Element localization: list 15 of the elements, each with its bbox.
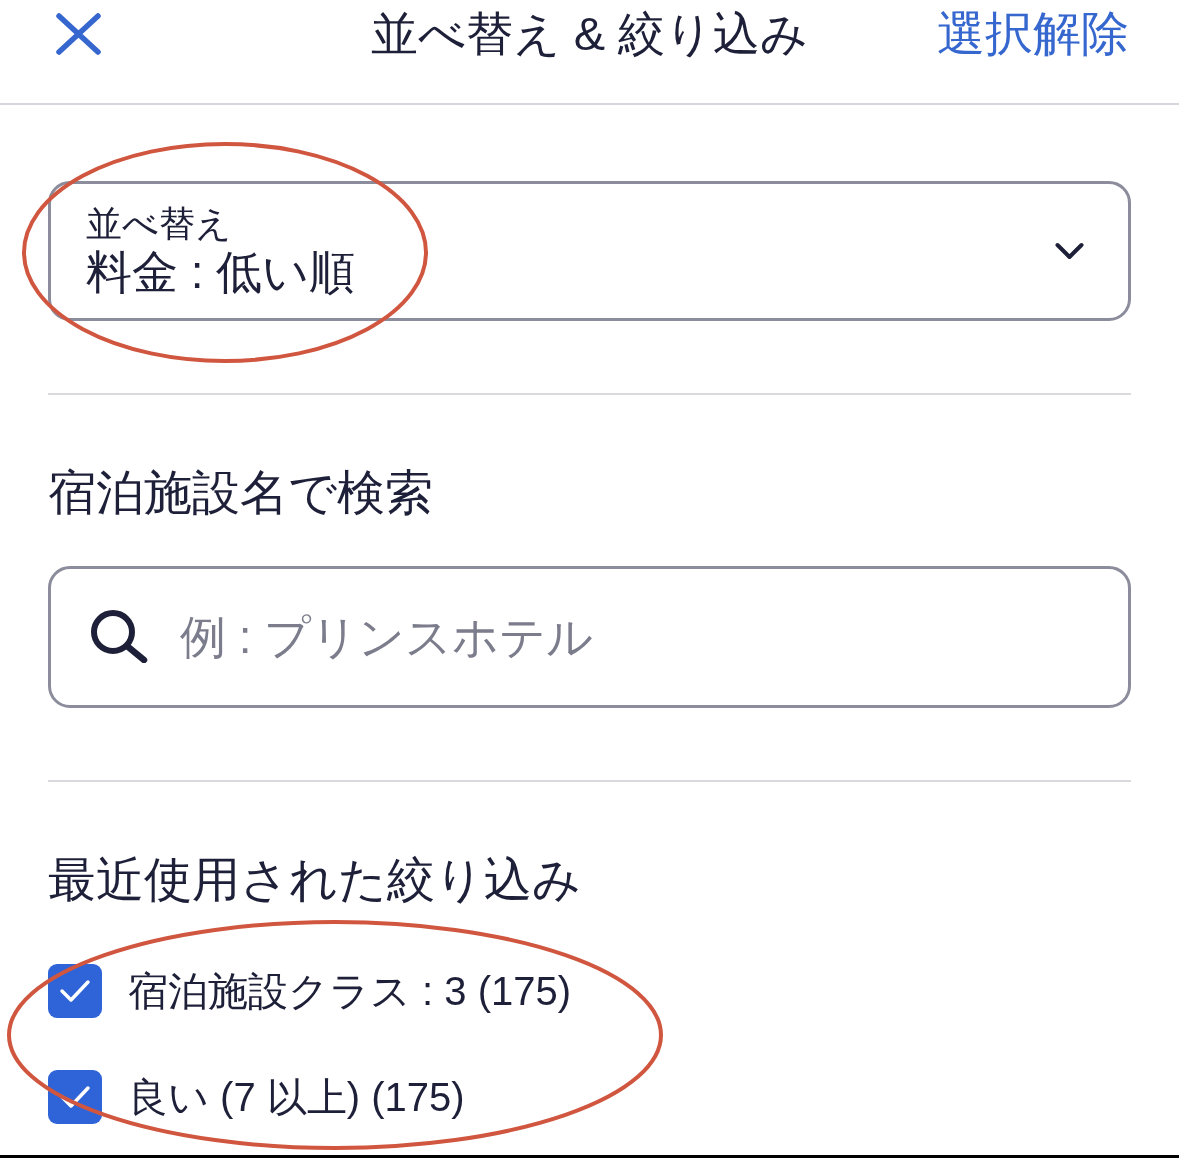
filter-label: 良い (7 以上) (175) bbox=[128, 1074, 465, 1121]
section-heading: 最近使用された絞り込み bbox=[48, 852, 582, 908]
dialog-title: 並べ替え & 絞り込み bbox=[370, 7, 809, 61]
search-icon bbox=[90, 609, 148, 663]
close-icon bbox=[55, 13, 101, 55]
chevron-down-icon bbox=[1055, 241, 1084, 261]
checkbox[interactable] bbox=[48, 964, 102, 1018]
search-field[interactable]: 例 : プリンスホテル bbox=[48, 566, 1131, 708]
checkbox[interactable] bbox=[48, 1070, 102, 1124]
clear-selection-link[interactable]: 選択解除 bbox=[937, 7, 1129, 61]
check-icon bbox=[59, 1085, 91, 1109]
filter-label: 宿泊施設クラス : 3 (175) bbox=[128, 968, 572, 1015]
check-icon bbox=[59, 979, 91, 1003]
section-heading: 宿泊施設名で検索 bbox=[48, 465, 434, 521]
sort-dropdown[interactable]: 並べ替え 料金 : 低い順 bbox=[48, 181, 1131, 321]
